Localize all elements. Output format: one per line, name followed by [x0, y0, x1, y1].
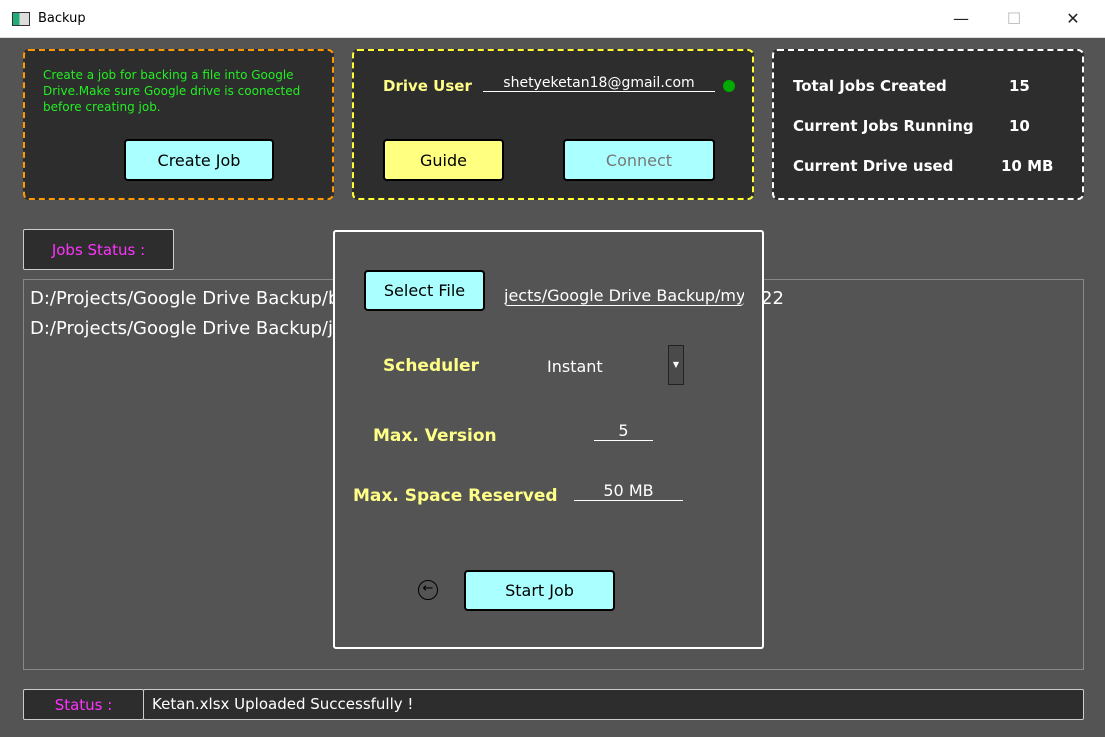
status-message: Ketan.xlsx Uploaded Successfully !	[143, 689, 1084, 720]
guide-button[interactable]: Guide	[383, 139, 504, 181]
chevron-down-icon[interactable]: ▼	[668, 345, 684, 385]
drive-panel: Drive User shetyeketan18@gmail.com Guide…	[352, 49, 754, 200]
total-jobs-label: Total Jobs Created	[793, 77, 947, 95]
total-jobs-value: 15	[1009, 77, 1030, 95]
scheduler-select[interactable]: Instant	[547, 357, 603, 376]
drive-used-value: 10 MB	[1001, 157, 1054, 175]
max-version-input[interactable]: 5	[594, 421, 653, 441]
scheduler-label: Scheduler	[383, 356, 479, 376]
list-item[interactable]: D:/Projects/Google Drive Backup/b	[30, 288, 339, 309]
select-file-button[interactable]: Select File	[364, 270, 485, 311]
back-arrow-icon[interactable]: ←	[418, 580, 438, 600]
close-button[interactable]: ✕	[1062, 8, 1084, 30]
status-label: Status :	[23, 689, 144, 720]
max-version-label: Max. Version	[373, 426, 497, 446]
app-icon	[12, 12, 30, 26]
create-job-panel: Create a job for backing a file into Goo…	[23, 49, 334, 200]
create-job-button[interactable]: Create Job	[124, 139, 274, 181]
running-jobs-label: Current Jobs Running	[793, 117, 974, 135]
stats-panel: Total Jobs Created 15 Current Jobs Runni…	[772, 49, 1084, 200]
minimize-button[interactable]: —	[950, 8, 972, 30]
file-path-input[interactable]: jects/Google Drive Backup/mycr	[504, 286, 744, 306]
list-item-overflow: 22	[761, 288, 784, 309]
max-space-input[interactable]: 50 MB	[574, 481, 683, 501]
maximize-button[interactable]: ☐	[1003, 8, 1025, 30]
max-space-label: Max. Space Reserved	[353, 486, 558, 506]
drive-user-email[interactable]: shetyeketan18@gmail.com	[483, 75, 715, 92]
title-bar: Backup — ☐ ✕	[0, 0, 1105, 38]
drive-user-label: Drive User	[383, 77, 472, 95]
running-jobs-value: 10	[1009, 117, 1030, 135]
jobs-status-label: Jobs Status :	[23, 229, 174, 270]
connect-button[interactable]: Connect	[563, 139, 715, 181]
drive-used-label: Current Drive used	[793, 157, 954, 175]
list-item[interactable]: D:/Projects/Google Drive Backup/jo	[30, 318, 344, 339]
window-title: Backup	[38, 11, 86, 26]
create-job-description: Create a job for backing a file into Goo…	[43, 68, 301, 114]
start-job-button[interactable]: Start Job	[464, 570, 615, 611]
new-job-dialog: Select File jects/Google Drive Backup/my…	[333, 230, 764, 649]
connection-status-dot	[723, 80, 735, 92]
